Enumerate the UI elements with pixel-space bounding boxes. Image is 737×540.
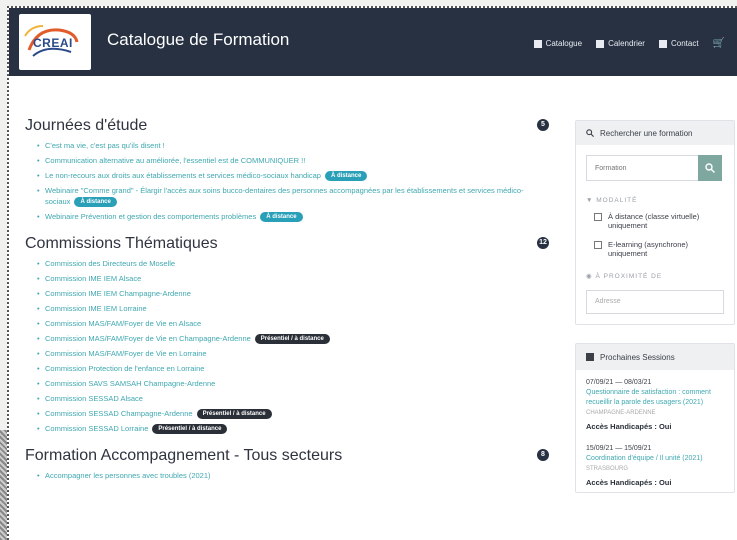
- distance-tag: À distance: [324, 171, 368, 182]
- section-formation: Formation Accompagnement - Tous secteurs…: [25, 444, 549, 481]
- session-access: Accès Handicapés : Oui: [586, 422, 672, 431]
- modalite-label: ▼ Modalité: [586, 197, 638, 204]
- list-item[interactable]: Commission SESSAD Champagne-ArdennePrése…: [37, 408, 545, 420]
- list-item[interactable]: Commission MAS/FAM/Foyer de Vie en Alsac…: [37, 318, 545, 329]
- search-heading: Rechercher une formation: [600, 128, 693, 138]
- list-item[interactable]: Communication alternative au améliorée, …: [37, 155, 545, 166]
- edge-strip: [0, 430, 7, 540]
- envelope-icon: [658, 39, 667, 48]
- site-logo[interactable]: CREAI: [19, 14, 91, 70]
- nav-calendrier-label: Calendrier: [608, 39, 645, 48]
- list-item[interactable]: Accompagner les personnes avec troubles …: [37, 470, 545, 481]
- book-icon: [533, 39, 542, 48]
- list-item[interactable]: Commission des Directeurs de Moselle: [37, 258, 545, 269]
- list-item[interactable]: Webinaire Prévention et gestion des comp…: [37, 211, 545, 223]
- calendar-icon: [586, 353, 594, 361]
- list-item[interactable]: Commission IME IEM Champagne-Ardenne: [37, 288, 545, 299]
- list-item[interactable]: Commission MAS/FAM/Foyer de Vie en Champ…: [37, 333, 545, 345]
- hybrid-tag: Présentiel / à distance: [196, 409, 272, 420]
- filter-icon: ▼: [586, 197, 594, 204]
- nav-catalogue[interactable]: Catalogue: [533, 39, 583, 48]
- search-icon: [586, 129, 594, 137]
- top-header: CREAI Catalogue de Formation Catalogue C…: [9, 8, 737, 76]
- sidebar: Rechercher une formation ▼ Modalité À di…: [575, 120, 735, 493]
- section-title[interactable]: Commissions Thématiques: [25, 235, 218, 253]
- location-icon: ◉: [586, 273, 593, 280]
- session-title[interactable]: Coordination d'équipe / Il unité (2021): [586, 454, 724, 464]
- option-distance[interactable]: À distance (classe virtuelle) uniquement: [576, 210, 734, 238]
- list-item[interactable]: Commission IME IEM Alsace: [37, 273, 545, 284]
- sessions-heading: Prochaines Sessions: [600, 352, 675, 362]
- list-item[interactable]: Commission SESSAD LorrainePrésentiel / à…: [37, 423, 545, 435]
- count-badge: 5: [537, 119, 549, 131]
- list-item[interactable]: Le non-recours aux droits aux établissem…: [37, 170, 545, 182]
- cart-icon[interactable]: 🛒: [713, 38, 725, 49]
- section-commissions: Commissions Thématiques 12 Commission de…: [25, 232, 549, 435]
- page-frame: CREAI Catalogue de Formation Catalogue C…: [7, 6, 737, 540]
- catalogue-list: Journées d'étude 5 C'est ma vie, c'est p…: [25, 114, 549, 491]
- sessions-card: Prochaines Sessions 07/09/21 — 08/03/21 …: [575, 343, 735, 493]
- session-access: Accès Handicapés : Oui: [586, 478, 672, 487]
- list-item[interactable]: Commission MAS/FAM/Foyer de Vie en Lorra…: [37, 348, 545, 359]
- distance-tag: À distance: [74, 197, 117, 208]
- address-input[interactable]: Adresse: [586, 290, 724, 314]
- nav-catalogue-label: Catalogue: [545, 39, 583, 48]
- session-dates: 07/09/21 — 08/03/21: [586, 379, 652, 386]
- session-place: STRASBOURG: [586, 466, 629, 472]
- proximite-label: ◉ À proximité de: [586, 273, 663, 280]
- nav-calendrier[interactable]: Calendrier: [596, 39, 645, 48]
- search-card: Rechercher une formation ▼ Modalité À di…: [575, 120, 735, 325]
- list-item[interactable]: Commission SAVS SAMSAH Champagne-Ardenne: [37, 378, 545, 389]
- list-item[interactable]: Commission SESSAD Alsace: [37, 393, 545, 404]
- session-item[interactable]: 15/09/21 — 15/09/21 Coordination d'équip…: [576, 436, 734, 492]
- checkbox[interactable]: [594, 241, 602, 249]
- section-title[interactable]: Journées d'étude: [25, 117, 147, 135]
- count-badge: 12: [537, 237, 549, 250]
- list-item[interactable]: C'est ma vie, c'est pas qu'ils disent !: [37, 140, 545, 151]
- count-badge: 8: [537, 449, 549, 462]
- formation-search-input[interactable]: [586, 155, 698, 181]
- list-item[interactable]: Commission IME IEM Lorraine: [37, 303, 545, 314]
- section-title[interactable]: Formation Accompagnement - Tous secteurs: [25, 447, 342, 465]
- search-button[interactable]: [698, 155, 722, 181]
- list-item[interactable]: Webinaire "Comme grand" - Élargir l'accè…: [37, 185, 545, 208]
- hybrid-tag: Présentiel / à distance: [152, 424, 228, 435]
- calendar-icon: [596, 39, 605, 48]
- session-title[interactable]: Questionnaire de satisfaction : comment …: [586, 388, 724, 408]
- site-title[interactable]: Catalogue de Formation: [107, 30, 289, 50]
- nav-contact[interactable]: Contact: [658, 39, 699, 48]
- distance-tag: À distance: [260, 212, 303, 223]
- list-item[interactable]: Commission Protection de l'enfance en Lo…: [37, 363, 545, 374]
- hybrid-tag: Présentiel / à distance: [254, 334, 330, 345]
- main-nav: Catalogue Calendrier Contact 🛒: [533, 38, 725, 49]
- section-journees: Journées d'étude 5 C'est ma vie, c'est p…: [25, 114, 549, 223]
- session-dates: 15/09/21 — 15/09/21: [586, 445, 652, 452]
- checkbox[interactable]: [594, 213, 602, 221]
- nav-contact-label: Contact: [670, 39, 699, 48]
- search-icon: [705, 163, 715, 173]
- logo-text: CREAI: [33, 36, 73, 50]
- option-elearning[interactable]: E-learning (asynchrone) uniquement: [576, 238, 734, 266]
- session-item[interactable]: 07/09/21 — 08/03/21 Questionnaire de sat…: [576, 370, 734, 436]
- session-place: CHAMPAGNE-ARDENNE: [586, 410, 656, 416]
